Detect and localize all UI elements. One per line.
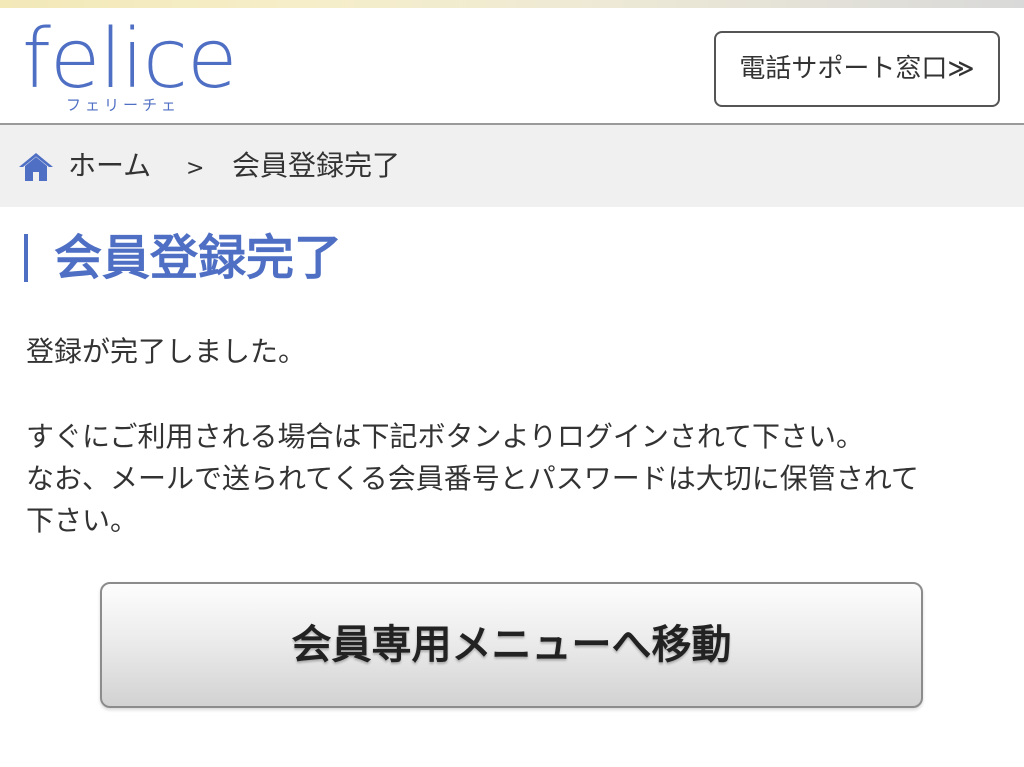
top-accent-stripe xyxy=(0,0,1024,8)
logo-wordmark: felice xyxy=(22,12,237,107)
login-instruction: すぐにご利用される場合は下記ボタンよりログインされて下さい。 xyxy=(26,420,865,453)
logo-kana: フェリーチェ xyxy=(66,96,181,114)
home-icon[interactable] xyxy=(18,151,54,183)
breadcrumb: ホーム > 会員登録完了 xyxy=(0,125,1024,207)
password-notice-line-2: 下さい。 xyxy=(26,504,139,537)
logo[interactable]: felice フェリーチェ xyxy=(22,16,237,118)
title-accent-bar xyxy=(24,234,28,282)
member-menu-button[interactable]: 会員専用メニューへ移動 xyxy=(100,582,923,708)
page-title: 会員登録完了 xyxy=(54,230,343,286)
breadcrumb-home-link[interactable]: ホーム xyxy=(68,149,151,183)
breadcrumb-current: 会員登録完了 xyxy=(232,149,401,182)
completion-message: 登録が完了しました。 xyxy=(26,335,307,368)
breadcrumb-separator: > xyxy=(186,156,205,181)
phone-support-button[interactable]: 電話サポート窓口≫ xyxy=(714,31,1000,107)
site-header: felice フェリーチェ 電話サポート窓口≫ xyxy=(0,8,1024,125)
password-notice-line-1: なお、メールで送られてくる会員番号とパスワードは大切に保管されて xyxy=(26,462,919,495)
